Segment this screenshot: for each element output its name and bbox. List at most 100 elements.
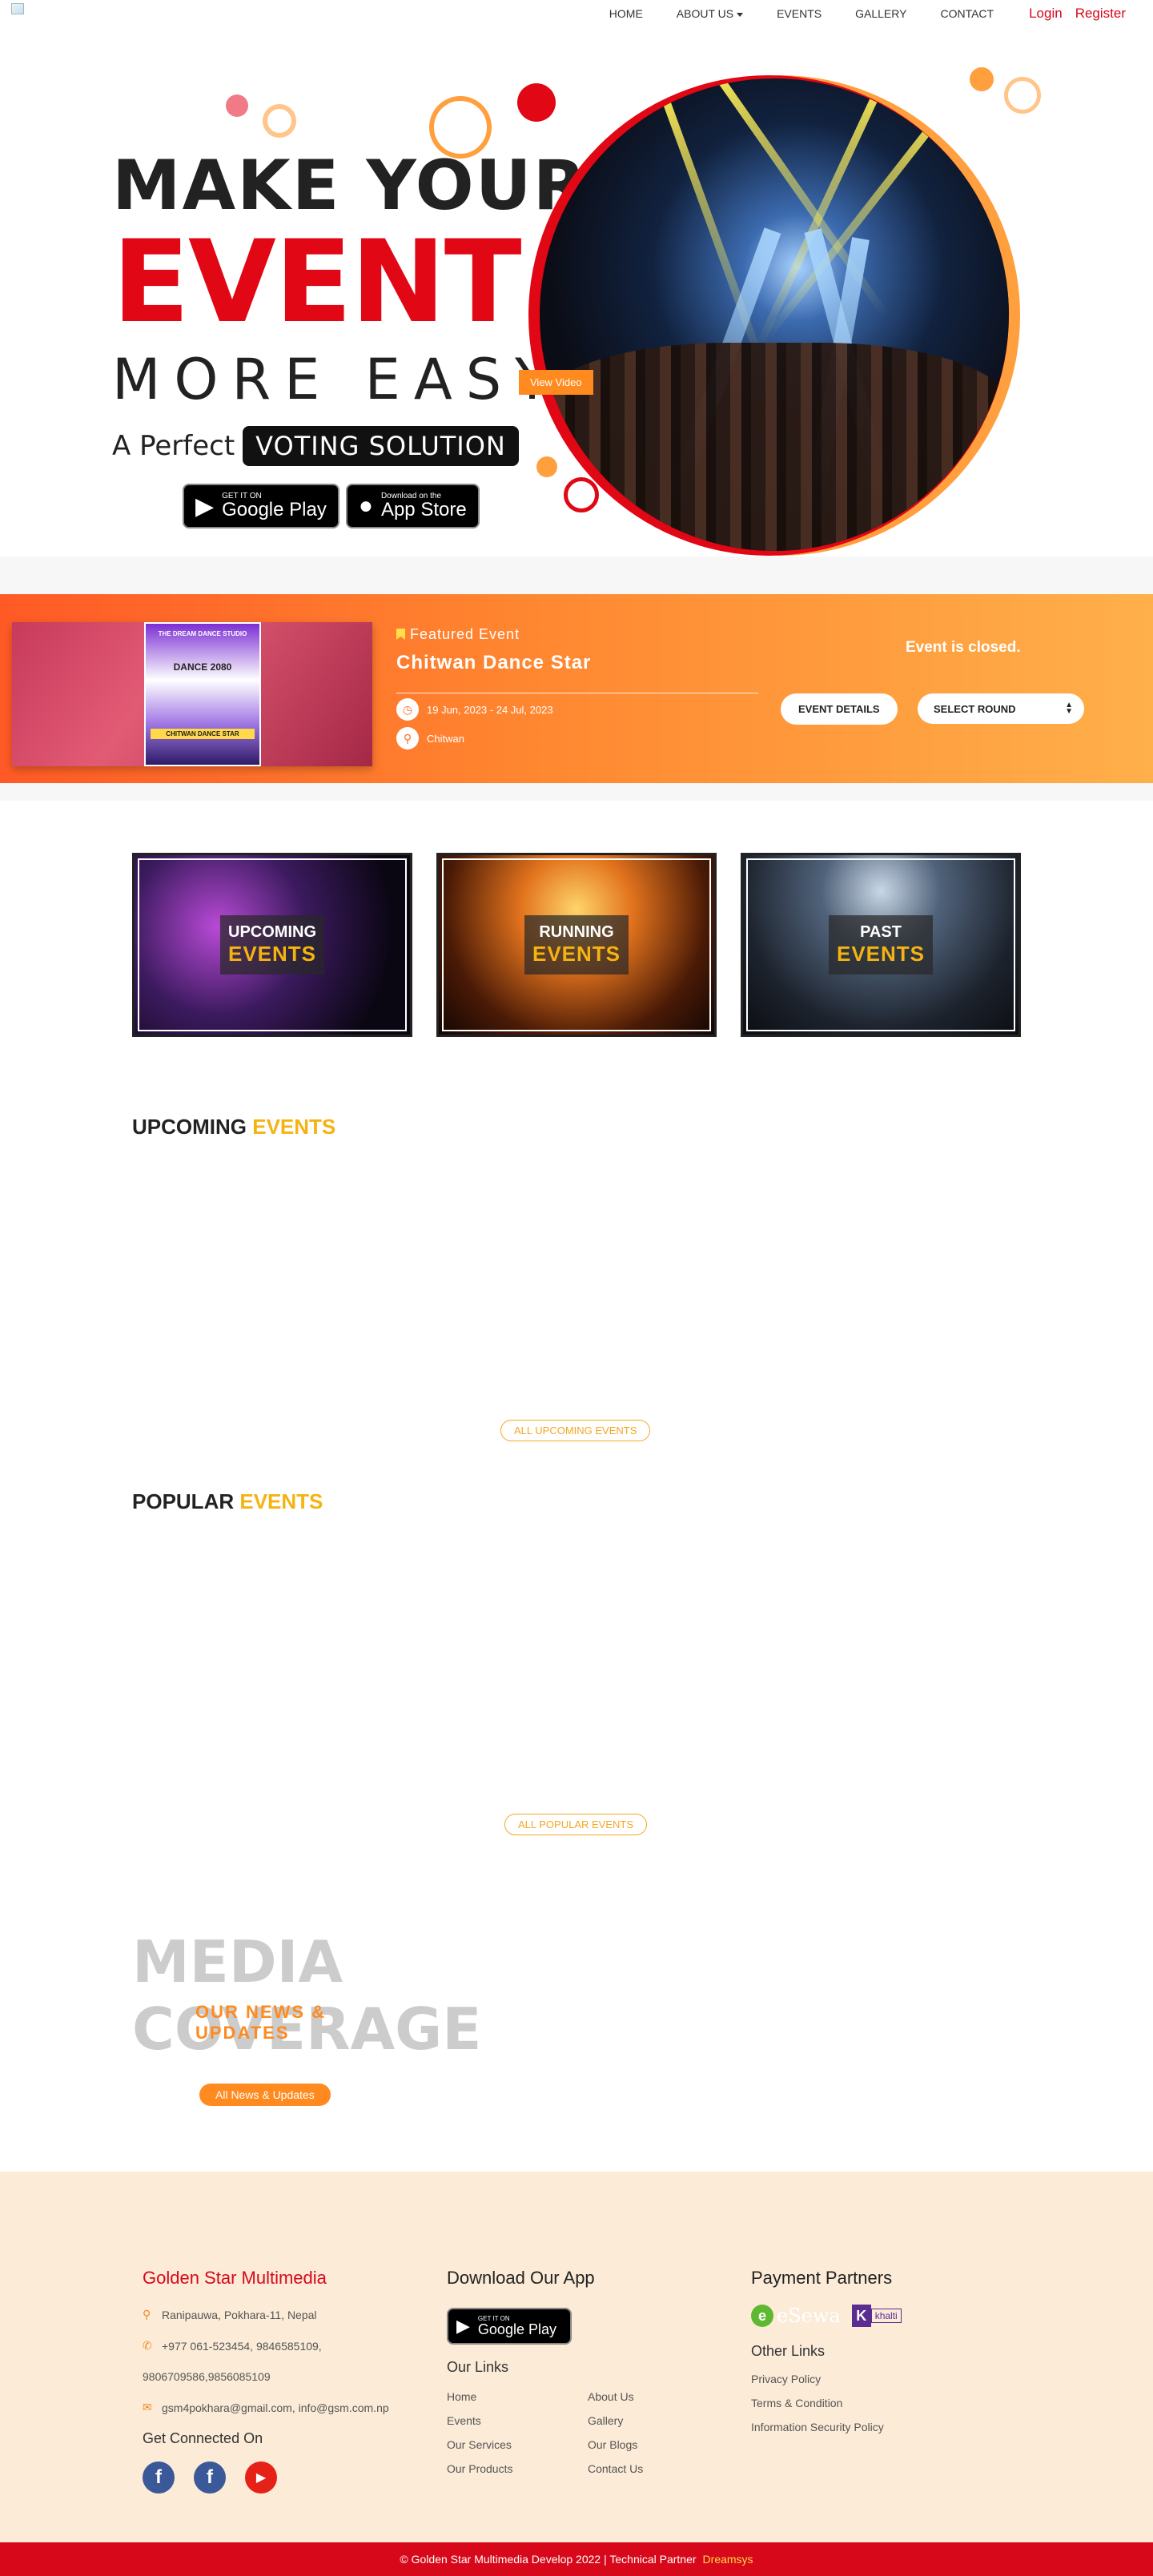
google-play-button[interactable]: ▶ GET IT ON Google Play	[183, 484, 339, 528]
featured-label: Featured Event	[396, 626, 520, 643]
footer-payment-column: Payment Partners e eSewa K khalti Other …	[751, 2268, 902, 2445]
featured-event-title: Chitwan Dance Star	[396, 652, 592, 673]
event-status: Event is closed.	[906, 639, 1021, 656]
login-link[interactable]: Login	[1029, 6, 1063, 22]
get-connected-heading: Get Connected On	[143, 2430, 263, 2446]
featured-location: ⚲ Chitwan	[396, 727, 464, 749]
footer-link-our-blogs[interactable]: Our Blogs	[588, 2438, 684, 2451]
card-label-bottom: EVENTS	[227, 942, 317, 966]
concert-crowd	[540, 343, 1009, 551]
footer-google-play-button[interactable]: ▶ GET IT ON Google Play	[447, 2308, 572, 2345]
register-link[interactable]: Register	[1075, 6, 1126, 22]
esewa-e-icon: e	[751, 2305, 773, 2327]
featured-dates: ◷ 19 Jun, 2023 - 24 Jul, 2023	[396, 698, 553, 721]
featured-location-text: Chitwan	[427, 732, 464, 745]
other-links-list: Privacy Policy Terms & Condition Informa…	[751, 2373, 902, 2433]
footer-link-our-products[interactable]: Our Products	[447, 2462, 588, 2475]
location-pin-icon: ⚲	[143, 2308, 151, 2321]
popular-events-heading: POPULAR EVENTS	[132, 1489, 323, 1513]
hero-section: MAKE YOUR EVENT MORE EASY A Perfect VOTI…	[0, 27, 1153, 556]
hero-line-more-easy: MORE EASY	[112, 347, 563, 412]
payment-partners-heading: Payment Partners	[751, 2268, 893, 2288]
select-round-dropdown[interactable]: SELECT ROUND ▲ ▼	[918, 693, 1084, 724]
featured-label-text: Featured Event	[410, 626, 520, 642]
facebook-icon[interactable]: f	[194, 2461, 226, 2494]
all-upcoming-events-button[interactable]: ALL UPCOMING EVENTS	[500, 1420, 651, 1441]
event-details-button[interactable]: EVENT DETAILS	[781, 693, 898, 725]
card-label-top: PAST	[860, 923, 902, 941]
hero-line-event: EVENT	[112, 216, 522, 348]
all-popular-events-button[interactable]: ALL POPULAR EVENTS	[504, 1814, 648, 1835]
footer-address: ⚲ Ranipauwa, Pokhara-11, Nepal	[143, 2308, 317, 2321]
footer-phone-2: 9806709586,9856085109	[143, 2370, 271, 2383]
technical-partner-link[interactable]: Dreamsys	[703, 2553, 753, 2566]
featured-event-poster: THE DREAM DANCE STUDIO DANCE 2080 CHITWA…	[144, 622, 261, 766]
bookmark-icon	[396, 629, 405, 640]
clock-icon: ◷	[396, 698, 419, 721]
google-play-icon: ▶	[195, 492, 215, 520]
hero-line-make-your: MAKE YOUR	[112, 146, 588, 226]
phone-icon: ✆	[143, 2339, 152, 2352]
footer-link-gallery[interactable]: Gallery	[588, 2414, 684, 2427]
other-links-heading: Other Links	[751, 2343, 826, 2359]
past-events-card[interactable]: PAST EVENTS	[741, 853, 1021, 1037]
footer-link-events[interactable]: Events	[447, 2414, 588, 2427]
featured-event-banner: THE DREAM DANCE STUDIO DANCE 2080 CHITWA…	[0, 594, 1153, 783]
footer-link-contact-us[interactable]: Contact Us	[588, 2462, 684, 2475]
media-heading-line1: MEDIA	[132, 1928, 343, 1995]
copyright-bar: © Golden Star Multimedia Develop 2022 | …	[0, 2542, 1153, 2576]
nav-events[interactable]: EVENTS	[777, 7, 822, 20]
caret-down-icon	[737, 12, 744, 17]
youtube-icon[interactable]: ▶	[245, 2461, 277, 2494]
hero-headline: MAKE YOUR EVENT MORE EASY A Perfect VOTI…	[112, 147, 588, 466]
footer-app-column: Download Our App ▶ GET IT ON Google Play …	[447, 2268, 684, 2475]
deco-ring-orange-large	[429, 96, 492, 159]
information-security-policy-link[interactable]: Information Security Policy	[751, 2421, 902, 2433]
hero-concert-image	[528, 51, 1033, 556]
footer-link-our-services[interactable]: Our Services	[447, 2438, 588, 2451]
esewa-logo: e eSewa	[751, 2305, 841, 2327]
footer-link-about-us[interactable]: About Us	[588, 2390, 684, 2403]
upcoming-events-card[interactable]: UPCOMING EVENTS	[132, 853, 412, 1037]
google-play-icon: ▶	[456, 2316, 470, 2336]
news-updates-subheading: OUR NEWS & UPDATES	[195, 2002, 326, 2043]
payment-logos: e eSewa K khalti	[751, 2305, 902, 2327]
khalti-k-icon: K	[851, 2305, 871, 2327]
privacy-policy-link[interactable]: Privacy Policy	[751, 2373, 902, 2385]
card-label-top: RUNNING	[539, 923, 614, 941]
nav-home[interactable]: HOME	[609, 7, 643, 20]
footer-email: ✉ gsm4pokhara@gmail.com, info@gsm.com.np	[143, 2401, 389, 2414]
app-store-button[interactable]: ● Download on the App Store	[345, 484, 480, 528]
facebook-icon[interactable]: f	[143, 2461, 175, 2494]
social-links: f f ▶	[143, 2461, 389, 2494]
app-store-badges: ▶ GET IT ON Google Play ● Download on the…	[183, 484, 480, 528]
hero-tagline-badge: VOTING SOLUTION	[243, 426, 519, 466]
envelope-icon: ✉	[143, 2401, 152, 2413]
nav-about-us-dropdown[interactable]: ABOUT US	[676, 7, 744, 20]
footer-contact-column: Golden Star Multimedia ⚲ Ranipauwa, Pokha…	[143, 2268, 389, 2494]
deco-ring-orange-small	[263, 104, 296, 138]
top-navbar: HOME ABOUT US EVENTS GALLERY CONTACT Log…	[0, 0, 1153, 27]
google-play-big: Google Play	[222, 499, 327, 520]
nav-about-us-label: ABOUT US	[676, 7, 734, 20]
view-video-button[interactable]: View Video	[519, 370, 593, 395]
select-round-label: SELECT ROUND	[934, 703, 1016, 715]
all-news-updates-button[interactable]: All News & Updates	[199, 2084, 331, 2106]
card-label-bottom: EVENTS	[836, 942, 926, 966]
nav-contact[interactable]: CONTACT	[940, 7, 994, 20]
light-beam	[660, 93, 766, 367]
apple-icon: ●	[358, 492, 373, 519]
nav-gallery[interactable]: GALLERY	[855, 7, 906, 20]
footer-links-grid: Home About Us Events Gallery Our Service…	[447, 2390, 684, 2475]
footer-link-home[interactable]: Home	[447, 2390, 588, 2403]
site-logo-broken-image[interactable]	[11, 3, 24, 14]
poster-event-name: CHITWAN DANCE STAR	[151, 729, 255, 739]
nav-links: HOME ABOUT US EVENTS GALLERY CONTACT Log…	[576, 0, 1153, 27]
sort-arrows-icon: ▲ ▼	[1065, 701, 1073, 716]
our-links-heading: Our Links	[447, 2359, 509, 2375]
featured-event-thumbnail[interactable]: THE DREAM DANCE STUDIO DANCE 2080 CHITWA…	[12, 622, 372, 766]
poster-studio: THE DREAM DANCE STUDIO	[158, 630, 247, 637]
running-events-card[interactable]: RUNNING EVENTS	[436, 853, 717, 1037]
app-store-big: App Store	[380, 499, 467, 520]
terms-condition-link[interactable]: Terms & Condition	[751, 2397, 902, 2409]
